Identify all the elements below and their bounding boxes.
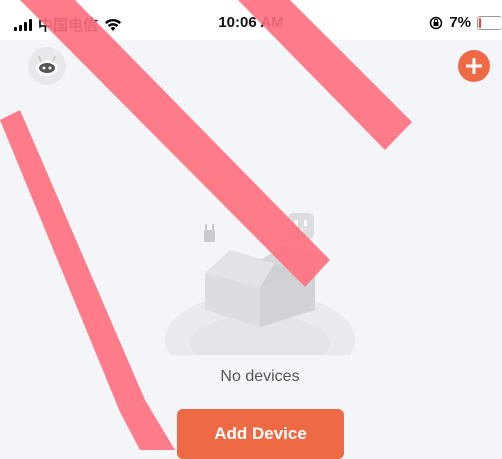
- status-right: 7%: [429, 14, 502, 31]
- robot-face-icon: [36, 56, 58, 76]
- plug-icon: [204, 224, 215, 242]
- orientation-lock-icon: [430, 16, 443, 29]
- clock: 10:06 AM: [218, 14, 284, 31]
- add-device-button[interactable]: Add Device: [177, 409, 344, 459]
- plus-icon: [466, 58, 482, 74]
- battery-percent: 7%: [449, 14, 471, 31]
- add-button[interactable]: [458, 50, 490, 82]
- outlet-icon: [288, 213, 314, 239]
- empty-state-message: No devices: [220, 368, 300, 385]
- empty-box-icon: [165, 213, 355, 355]
- battery-icon: [477, 15, 502, 30]
- robot-logo-icon[interactable]: [28, 47, 66, 85]
- status-bar: 中国电信 10:06 AM 7%: [0, 0, 502, 40]
